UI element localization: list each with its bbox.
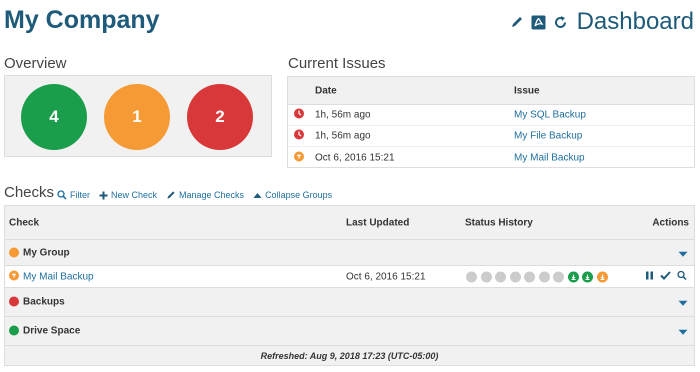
- group-row-drive-space[interactable]: Drive Space: [5, 316, 694, 345]
- pencil-icon: [167, 191, 175, 199]
- new-check-label: New Check: [111, 190, 158, 200]
- last-updated-column-header: Last Updated: [346, 217, 410, 228]
- clock-error-icon: [294, 108, 304, 122]
- issue-row: 1h, 56m ago My File Backup: [288, 126, 694, 147]
- checks-title: Checks: [4, 184, 55, 201]
- check-last-updated: Oct 6, 2016 15:21: [346, 271, 426, 282]
- checks-toolbar: Filter New Check Manage Checks Collapse …: [57, 190, 332, 200]
- status-history: [466, 271, 608, 282]
- plus-icon: [99, 191, 108, 199]
- chevron-down-icon[interactable]: [678, 249, 688, 260]
- history-dot[interactable]: [538, 271, 550, 282]
- group-name: My Group: [23, 247, 70, 258]
- new-check-button[interactable]: New Check: [99, 190, 157, 200]
- group-name: Drive Space: [23, 325, 81, 337]
- group-name: Backups: [23, 296, 65, 308]
- check-column-header: Check: [9, 217, 40, 228]
- ok-count-circle[interactable]: 4: [21, 84, 87, 150]
- manage-checks-label: Manage Checks: [179, 190, 245, 200]
- overview-panel: 4 1 2: [4, 75, 272, 157]
- group-status-dot: [9, 325, 19, 336]
- current-issues-table: Date Issue 1h, 56m ago My SQL Backup 1h,…: [287, 76, 695, 168]
- issue-row: Oct 6, 2016 15:21 My Mail Backup: [288, 147, 694, 168]
- pencil-icon[interactable]: [509, 14, 525, 30]
- search-icon[interactable]: [677, 270, 687, 283]
- checks-header-row: Check Last Updated Status History Action…: [5, 206, 694, 239]
- issue-row: 1h, 56m ago My SQL Backup: [288, 105, 694, 126]
- company-title: My Company: [4, 6, 160, 34]
- pdf-icon[interactable]: [531, 14, 547, 30]
- history-dot[interactable]: [567, 271, 579, 282]
- actions-column-header: Actions: [652, 217, 689, 228]
- caret-up-icon: [253, 192, 262, 198]
- issue-link[interactable]: My Mail Backup: [514, 152, 585, 163]
- pause-icon[interactable]: [645, 270, 654, 283]
- history-dot[interactable]: [480, 271, 492, 282]
- refresh-icon[interactable]: [553, 14, 569, 30]
- history-dot[interactable]: [466, 271, 477, 282]
- chevron-down-icon[interactable]: [678, 328, 688, 339]
- group-row-backups[interactable]: Backups: [5, 287, 694, 316]
- current-issues-title: Current Issues: [288, 55, 386, 72]
- collapse-groups-button[interactable]: Collapse Groups: [253, 190, 332, 200]
- warning-icon: [294, 151, 304, 164]
- group-status-dot: [9, 296, 19, 307]
- dashboard-header: Dashboard: [509, 8, 694, 36]
- search-icon: [57, 190, 67, 200]
- clock-error-icon: [294, 129, 304, 143]
- issue-link[interactable]: My SQL Backup: [514, 110, 586, 121]
- history-dot[interactable]: [495, 271, 506, 282]
- overview-title: Overview: [4, 55, 67, 72]
- group-row-my-group[interactable]: My Group: [5, 239, 694, 265]
- collapse-groups-label: Collapse Groups: [265, 190, 333, 200]
- history-dot[interactable]: [596, 271, 608, 282]
- issues-issue-header: Issue: [514, 85, 540, 96]
- dashboard-title: Dashboard: [576, 8, 694, 35]
- checks-table: Check Last Updated Status History Action…: [4, 205, 695, 366]
- history-dot[interactable]: [524, 271, 535, 282]
- error-count-circle[interactable]: 2: [187, 84, 253, 150]
- history-dot[interactable]: [582, 271, 593, 282]
- check-actions: [645, 270, 687, 283]
- issues-header-row: Date Issue: [288, 77, 694, 105]
- history-dot[interactable]: [509, 271, 521, 282]
- chevron-down-icon[interactable]: [678, 299, 688, 310]
- issues-date-header: Date: [315, 85, 337, 96]
- issue-date: 1h, 56m ago: [315, 109, 371, 121]
- filter-label: Filter: [70, 190, 90, 200]
- history-dot[interactable]: [553, 271, 564, 282]
- group-status-dot: [9, 247, 19, 258]
- issue-date: 1h, 56m ago: [315, 130, 371, 142]
- issue-date: Oct 6, 2016 15:21: [315, 152, 395, 163]
- status-history-column-header: Status History: [465, 217, 533, 228]
- issue-link[interactable]: My File Backup: [514, 131, 582, 142]
- manage-checks-button[interactable]: Manage Checks: [166, 190, 244, 200]
- warning-icon: [9, 270, 19, 283]
- checkmark-icon[interactable]: [660, 270, 671, 283]
- refreshed-status: Refreshed: Aug 9, 2018 17:23 (UTC-05:00): [5, 345, 694, 366]
- filter-button[interactable]: Filter: [57, 190, 90, 200]
- check-row: My Mail Backup Oct 6, 2016 15:21: [5, 265, 694, 287]
- warning-count-circle[interactable]: 1: [104, 84, 170, 150]
- check-name-link[interactable]: My Mail Backup: [23, 271, 94, 282]
